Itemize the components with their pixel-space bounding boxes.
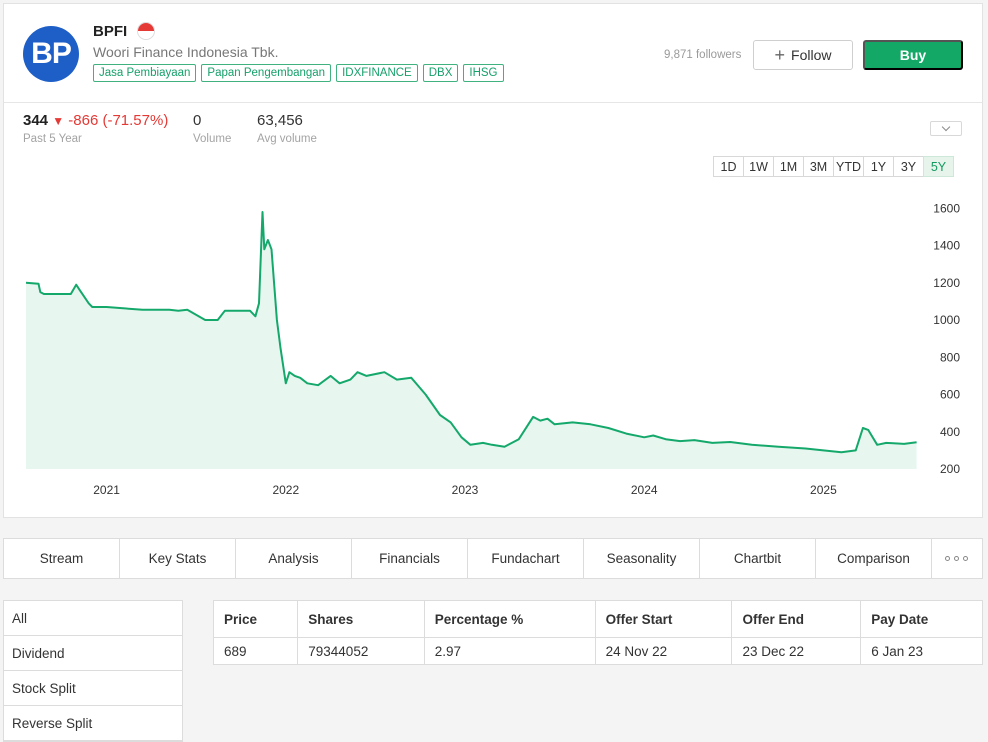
- index-tag[interactable]: IDXFINANCE: [336, 64, 418, 82]
- tab-chartbit[interactable]: Chartbit: [700, 539, 816, 578]
- column-header: Percentage %: [423, 600, 596, 638]
- range-button-1m[interactable]: 1M: [773, 156, 804, 177]
- ticker-row: BPFI: [93, 22, 156, 40]
- more-tabs-button[interactable]: [932, 539, 980, 578]
- chart-options-dropdown[interactable]: [930, 121, 962, 136]
- follow-button[interactable]: + Follow: [753, 40, 853, 70]
- table-cell: 23 Dec 22: [731, 637, 862, 665]
- avg-volume-stat: 63,456 Avg volume: [257, 112, 317, 145]
- plus-icon: +: [774, 45, 786, 65]
- range-button-3m[interactable]: 3M: [803, 156, 834, 177]
- y-tick-label: 800: [940, 350, 960, 364]
- header-divider: [4, 102, 982, 103]
- y-tick-label: 200: [940, 462, 960, 476]
- y-tick-label: 1600: [933, 201, 960, 215]
- filter-item-reverse-split[interactable]: Reverse Split: [4, 706, 182, 741]
- indonesia-flag-icon: [137, 22, 156, 40]
- x-tick-label: 2022: [272, 483, 299, 497]
- current-price: 344: [23, 112, 49, 129]
- range-selector: 1D 1W 1M 3M YTD 1Y 3Y 5Y: [713, 156, 954, 177]
- range-button-1w[interactable]: 1W: [743, 156, 774, 177]
- x-tick-label: 2021: [93, 483, 120, 497]
- y-tick-label: 400: [940, 425, 960, 439]
- tab-comparison[interactable]: Comparison: [816, 539, 932, 578]
- x-tick-label: 2024: [631, 483, 658, 497]
- avg-volume-value: 63,456: [257, 112, 303, 129]
- avg-volume-label: Avg volume: [257, 133, 317, 145]
- index-tag[interactable]: DBX: [422, 64, 459, 82]
- range-button-1y[interactable]: 1Y: [863, 156, 894, 177]
- tab-financials[interactable]: Financials: [352, 539, 468, 578]
- filter-item-all[interactable]: All: [4, 601, 182, 636]
- index-tags: Jasa Pembiayaan Papan Pengembangan IDXFINA…: [93, 64, 504, 82]
- followers-count: 9,871 followers: [664, 49, 742, 61]
- more-dots-icon: [944, 556, 968, 561]
- tab-analysis[interactable]: Analysis: [236, 539, 352, 578]
- table-cell: 689: [212, 637, 299, 665]
- tab-seasonality[interactable]: Seasonality: [584, 539, 700, 578]
- table-cell: 24 Nov 22: [594, 637, 733, 665]
- range-button-1d[interactable]: 1D: [713, 156, 744, 177]
- chevron-down-icon: [941, 122, 951, 132]
- price-stat: 344 ▼ -866 (-71.57%) Past 5 Year: [23, 112, 168, 145]
- y-tick-label: 1400: [933, 239, 960, 253]
- y-tick-label: 1000: [933, 313, 960, 327]
- x-tick-label: 2023: [452, 483, 479, 497]
- corporate-action-table: Price Shares Percentage % Offer Start Offer …: [212, 600, 983, 665]
- section-tabs: Stream Key Stats Analysis Financials Fundach…: [3, 538, 983, 579]
- company-logo: BP: [23, 26, 79, 82]
- company-name: Woori Finance Indonesia Tbk.: [93, 44, 279, 60]
- range-button-5y[interactable]: 5Y: [923, 156, 954, 177]
- stock-header-card: BP BPFI Woori Finance Indonesia Tbk. Jas…: [3, 3, 983, 518]
- tab-stream[interactable]: Stream: [4, 539, 120, 578]
- column-header: Shares: [297, 600, 425, 638]
- price-chart[interactable]: 200 400 600 800 1000 1200 1400 1600 2021 2022 2023…: [4, 199, 982, 504]
- follow-label: Follow: [791, 47, 832, 63]
- index-tag[interactable]: IHSG: [463, 64, 504, 82]
- tab-fundachart[interactable]: Fundachart: [468, 539, 584, 578]
- volume-label: Volume: [193, 133, 232, 145]
- range-button-ytd[interactable]: YTD: [833, 156, 864, 177]
- column-header: Offer End: [731, 600, 862, 638]
- index-tag[interactable]: Papan Pengembangan: [201, 64, 332, 82]
- volume-value: 0: [193, 112, 202, 129]
- column-header: Price: [212, 600, 299, 638]
- column-header: Offer Start: [594, 600, 733, 638]
- column-header: Pay Date: [860, 600, 983, 638]
- ticker-symbol[interactable]: BPFI: [93, 23, 127, 40]
- corporate-action-filter: All Dividend Stock Split Reverse Split: [3, 600, 183, 742]
- table-cell: 2.97: [423, 637, 596, 665]
- table-header-row: Price Shares Percentage % Offer Start Offer …: [212, 600, 983, 638]
- y-tick-label: 600: [940, 388, 960, 402]
- index-tag[interactable]: Jasa Pembiayaan: [93, 64, 197, 82]
- x-tick-label: 2025: [810, 483, 837, 497]
- range-button-3y[interactable]: 3Y: [893, 156, 924, 177]
- table-row: 689 79344052 2.97 24 Nov 22 23 Dec 22 6 Jan 2…: [212, 637, 983, 665]
- price-area-fill: [26, 212, 917, 469]
- down-arrow-icon: ▼: [52, 114, 65, 128]
- y-tick-label: 1200: [933, 276, 960, 290]
- period-label: Past 5 Year: [23, 133, 82, 145]
- table-cell: 6 Jan 23: [860, 637, 983, 665]
- filter-item-dividend[interactable]: Dividend: [4, 636, 182, 671]
- tab-key-stats[interactable]: Key Stats: [120, 539, 236, 578]
- price-change: -866 (-71.57%): [68, 112, 169, 129]
- volume-stat: 0 Volume: [193, 112, 231, 145]
- table-cell: 79344052: [297, 637, 425, 665]
- filter-item-stock-split[interactable]: Stock Split: [4, 671, 182, 706]
- buy-button[interactable]: Buy: [863, 40, 963, 70]
